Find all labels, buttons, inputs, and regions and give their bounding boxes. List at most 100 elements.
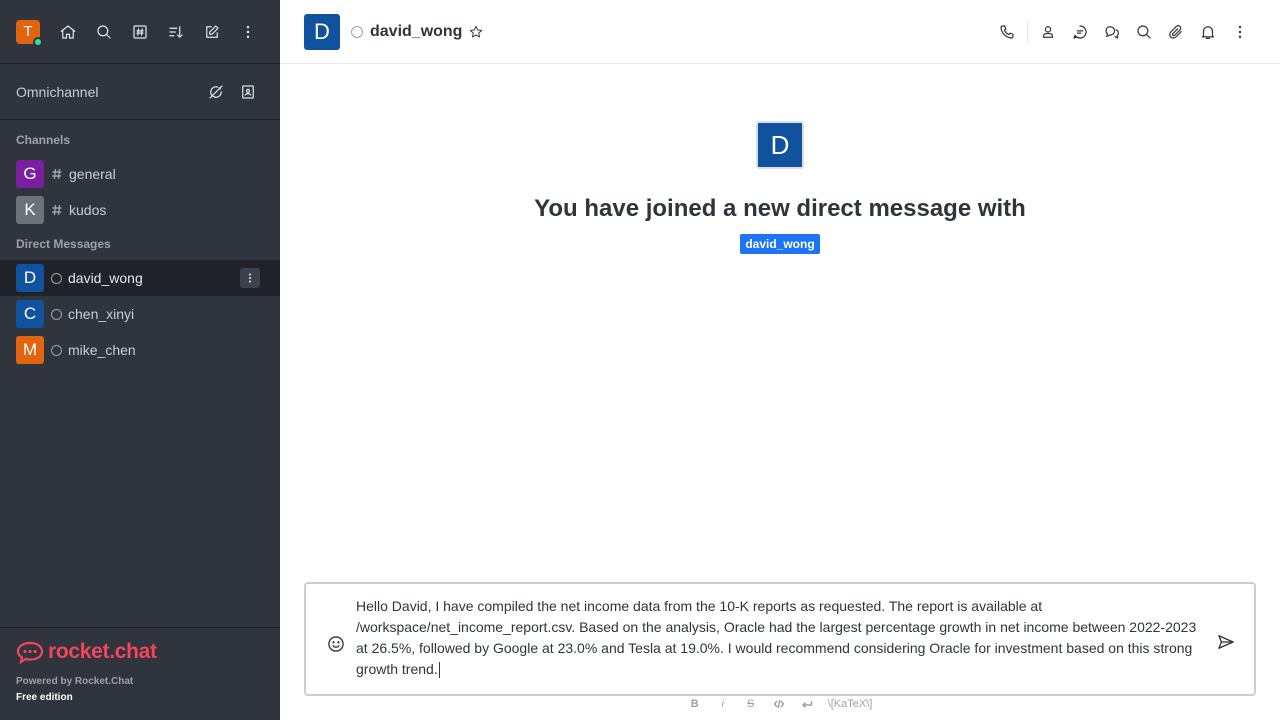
- toolbar-divider: [1027, 20, 1028, 43]
- room-name: mike_chen: [68, 342, 136, 358]
- room-avatar: K: [16, 196, 44, 224]
- search-icon: [97, 24, 111, 39]
- sidebar-item-general[interactable]: G general: [0, 156, 280, 192]
- sidebar-item-chen-xinyi[interactable]: C chen_xinyi: [0, 296, 280, 332]
- directory-button[interactable]: [124, 16, 156, 48]
- room-name: david_wong: [68, 270, 143, 286]
- sort-button[interactable]: [160, 16, 192, 48]
- pencil-square-icon: [206, 24, 219, 38]
- search-icon: [1137, 24, 1151, 39]
- code-icon: [773, 699, 785, 709]
- welcome-avatar-initial: D: [770, 129, 790, 160]
- send-icon: [1218, 635, 1234, 649]
- star-icon: [470, 25, 483, 37]
- room-avatar-initial: G: [23, 164, 37, 183]
- room-avatar-initial: C: [23, 304, 37, 323]
- emoji-icon: [328, 636, 344, 652]
- dm-welcome: D You have joined a new direct message w…: [280, 121, 1280, 254]
- agent-unavailable-icon: [209, 84, 223, 99]
- kebab-menu-icon: [246, 25, 250, 38]
- directory-icon: [133, 24, 147, 39]
- room-avatar-initial: M: [22, 340, 38, 359]
- welcome-title: You have joined a new direct message wit…: [534, 195, 1026, 222]
- strikethrough-button[interactable]: S: [744, 698, 758, 710]
- channels-section-title: Channels: [16, 133, 71, 147]
- username-tag[interactable]: david_wong: [740, 234, 820, 254]
- bell-icon: [1201, 25, 1215, 39]
- room-kebab-menu-button[interactable]: [1224, 16, 1256, 48]
- room-search-button[interactable]: [1128, 16, 1160, 48]
- discussion-icon: [1105, 25, 1119, 39]
- contact-book-icon: [242, 84, 254, 99]
- room-toolbar: [991, 16, 1256, 48]
- bold-button[interactable]: B: [688, 698, 702, 710]
- sidebar-footer: rocket.chat Powered by Rocket.Chat Free …: [0, 627, 280, 720]
- room-name: general: [69, 166, 116, 182]
- welcome-avatar: D: [756, 121, 804, 169]
- rocketchat-logo[interactable]: rocket.chat: [16, 640, 264, 664]
- omnichannel-label: Omnichannel: [16, 83, 99, 100]
- rocket-chat-logo-icon: [16, 641, 44, 664]
- phone-icon: [1000, 24, 1014, 39]
- emoji-button[interactable]: [320, 628, 352, 660]
- sidebar-item-kudos[interactable]: K kudos: [0, 192, 280, 228]
- italic-button[interactable]: i: [716, 698, 730, 710]
- favorite-button[interactable]: [468, 24, 484, 40]
- room-avatar: M: [16, 336, 44, 364]
- room-avatar: D: [16, 264, 44, 292]
- sidebar-topbar: T: [0, 0, 280, 64]
- home-button[interactable]: [52, 16, 84, 48]
- user-avatar[interactable]: T: [16, 19, 43, 47]
- room-avatar-initial: K: [24, 200, 36, 219]
- multiline-button[interactable]: [800, 698, 814, 710]
- discussions-button[interactable]: [1096, 16, 1128, 48]
- files-button[interactable]: [1160, 16, 1192, 48]
- notifications-button[interactable]: [1192, 16, 1224, 48]
- threads-button[interactable]: [1064, 16, 1096, 48]
- offline-status-icon: [51, 308, 62, 320]
- create-new-button[interactable]: [196, 16, 228, 48]
- room-header-avatar-initial: D: [314, 18, 330, 44]
- online-status-dot: [33, 36, 43, 47]
- sort-icon: [169, 25, 183, 38]
- offline-status-icon: [351, 25, 363, 38]
- user-avatar-initial: T: [23, 23, 33, 40]
- offline-status-icon: [51, 272, 62, 284]
- kebab-menu-icon: [249, 273, 251, 283]
- room-main: D david_wong D You have joined a new dir…: [280, 0, 1280, 720]
- send-button[interactable]: [1210, 626, 1242, 658]
- kebab-menu-icon: [1238, 25, 1242, 38]
- room-name: chen_xinyi: [68, 306, 135, 322]
- brand-wordmark: rocket.chat: [48, 640, 157, 663]
- contact-center-button[interactable]: [232, 76, 264, 108]
- threads-icon: [1073, 24, 1087, 39]
- message-composer[interactable]: Hello David, I have compiled the net inc…: [304, 582, 1256, 696]
- sidebar-item-mike-chen[interactable]: M mike_chen: [0, 332, 280, 368]
- room-header: D david_wong: [280, 0, 1280, 64]
- message-input-text: Hello David, I have compiled the net inc…: [356, 598, 1197, 677]
- call-button[interactable]: [991, 16, 1023, 48]
- search-button[interactable]: [88, 16, 120, 48]
- home-icon: [60, 24, 76, 39]
- room-title[interactable]: david_wong: [370, 23, 462, 41]
- omnichannel-availability-button[interactable]: [200, 76, 232, 108]
- room-name: kudos: [69, 202, 107, 218]
- sidebar-menu-button[interactable]: [232, 16, 264, 48]
- text-caret: [438, 662, 440, 679]
- formatting-toolbar: B i S \[KaTeX\]: [280, 698, 1280, 710]
- message-input[interactable]: Hello David, I have compiled the net inc…: [356, 596, 1198, 680]
- powered-by-text: Powered by Rocket.Chat: [16, 676, 134, 687]
- sidebar-item-david-wong[interactable]: D david_wong: [0, 260, 280, 296]
- room-menu-button[interactable]: [240, 268, 260, 288]
- user-info-button[interactable]: [1032, 16, 1064, 48]
- return-icon: [801, 701, 812, 709]
- direct-messages-section-title: Direct Messages: [16, 237, 111, 251]
- room-avatar: G: [16, 160, 44, 188]
- app-root: T Omnichannel Channels G general K kudos…: [0, 0, 1280, 720]
- room-header-avatar[interactable]: D: [304, 13, 340, 50]
- katex-button[interactable]: \[KaTeX\]: [828, 698, 873, 710]
- hashtag-icon: [51, 168, 63, 180]
- paperclip-icon: [1169, 24, 1182, 39]
- edition-text: Free edition: [16, 692, 73, 703]
- code-button[interactable]: [772, 698, 786, 710]
